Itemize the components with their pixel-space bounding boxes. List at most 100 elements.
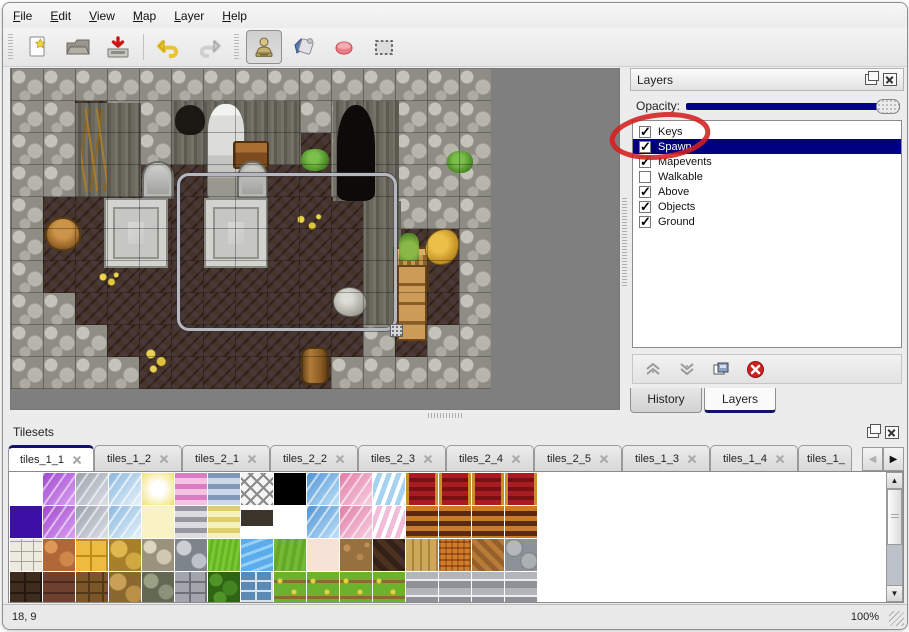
tileset-tile-cobble-green[interactable]	[142, 572, 174, 603]
duplicate-layer-button[interactable]	[709, 357, 733, 381]
close-panel-icon[interactable]	[883, 73, 897, 86]
tileset-tile-stripes-pink[interactable]	[175, 473, 207, 505]
tileset-tile-white[interactable]	[274, 506, 306, 538]
close-tab-icon[interactable]	[687, 454, 697, 464]
scroll-down-button[interactable]: ▼	[887, 585, 902, 601]
layer-row-objects[interactable]: ✓Objects	[633, 199, 901, 214]
layer-visibility-checkbox[interactable]: ✓	[639, 126, 651, 138]
layer-visibility-checkbox[interactable]: ✓	[639, 141, 651, 153]
close-panel-icon[interactable]	[885, 426, 899, 439]
menu-file[interactable]: File	[13, 6, 42, 26]
open-map-button[interactable]	[60, 30, 96, 64]
tileset-scrollbar[interactable]: ▲ ▼	[886, 472, 903, 602]
tileset-tile-redwall[interactable]	[472, 473, 504, 505]
tileset-tab-tiles_1_1[interactable]: tiles_1_1	[8, 445, 94, 471]
tileset-tile-cobble-beige[interactable]	[142, 539, 174, 571]
tileset-tile-crystal-blue2[interactable]	[307, 473, 339, 505]
close-tab-icon[interactable]	[599, 454, 609, 464]
toolbar-drag-handle[interactable]	[8, 34, 13, 60]
tileset-tile-planks-tan[interactable]	[406, 539, 438, 571]
move-layer-down-button[interactable]	[675, 357, 699, 381]
layer-row-ground[interactable]: ✓Ground	[633, 214, 901, 229]
tileset-tile-orange-stripes[interactable]	[406, 506, 438, 538]
eraser-tool-button[interactable]	[326, 30, 362, 64]
window-resize-grip[interactable]	[889, 611, 904, 626]
tileset-tab-tiles_1_3[interactable]: tiles_1_3	[622, 445, 710, 471]
tileset-tile-cobble-orange[interactable]	[43, 539, 75, 571]
menu-help[interactable]: Help	[222, 6, 257, 26]
tileset-tile-grass-flowers[interactable]	[307, 572, 339, 603]
tileset-tile-lattice[interactable]	[241, 473, 273, 505]
tileset-tile-stone-circles[interactable]	[505, 539, 537, 571]
save-map-button[interactable]	[100, 30, 136, 64]
fill-tool-button[interactable]	[286, 30, 322, 64]
vertical-splitter[interactable]	[622, 198, 627, 288]
tileset-tile-dirt[interactable]	[340, 539, 372, 571]
undo-button[interactable]	[151, 30, 187, 64]
move-layer-up-button[interactable]	[641, 357, 665, 381]
tileset-tab-tiles_2_1[interactable]: tiles_2_1	[182, 445, 270, 471]
select-tool-button[interactable]	[366, 30, 402, 64]
tileset-tile-redwall[interactable]	[406, 473, 438, 505]
tileset-tile-grass-flowers[interactable]	[340, 572, 372, 603]
tileset-tile-redwall[interactable]	[505, 473, 537, 505]
opacity-slider-handle[interactable]	[876, 99, 900, 114]
tileset-tile-grass-flowers[interactable]	[274, 572, 306, 603]
tileset-tile-stripes-yellow[interactable]	[208, 506, 240, 538]
tab-layers[interactable]: Layers	[704, 388, 776, 413]
tileset-tile-hedge[interactable]	[208, 572, 240, 603]
map-selection-rect[interactable]	[177, 173, 397, 331]
tileset-tab-tiles_1_2[interactable]: tiles_1_2	[94, 445, 182, 471]
tileset-tile-crystal-blue[interactable]	[109, 473, 141, 505]
close-tab-icon[interactable]	[247, 454, 257, 464]
close-tab-icon[interactable]	[159, 454, 169, 464]
new-map-button[interactable]	[20, 30, 56, 64]
delete-layer-button[interactable]	[743, 357, 767, 381]
tileset-tile-pale-yellow[interactable]	[142, 506, 174, 538]
tileset-tile-orange-stripes[interactable]	[439, 506, 471, 538]
tileset-tile-crystal-purple[interactable]	[43, 506, 75, 538]
layer-row-spawn[interactable]: ✓Spawn	[633, 139, 901, 154]
layer-row-mapevents[interactable]: ✓Mapevents	[633, 154, 901, 169]
tileset-tile-stripes-blue[interactable]	[208, 473, 240, 505]
tileset-tile-zigzag-blue[interactable]	[373, 473, 405, 505]
toolbar-drag-handle[interactable]	[234, 34, 239, 60]
tileset-tile-indigo[interactable]	[10, 506, 42, 538]
tileset-tile-crystal-gray[interactable]	[76, 506, 108, 538]
tileset-tile-stone-wall[interactable]	[439, 572, 471, 603]
tileset-tile-grass-flowers[interactable]	[373, 572, 405, 603]
layer-visibility-checkbox[interactable]: ✓	[639, 216, 651, 228]
tileset-tile-sign[interactable]	[241, 506, 273, 538]
selection-resize-handle[interactable]	[390, 324, 403, 337]
tileset-tile-crystal-blue[interactable]	[109, 506, 141, 538]
close-tab-icon[interactable]	[511, 454, 521, 464]
tileset-tab-tiles_2_5[interactable]: tiles_2_5	[534, 445, 622, 471]
tab-history[interactable]: History	[630, 388, 702, 413]
scroll-tabs-right-button[interactable]: ▶	[883, 447, 904, 471]
layer-row-keys[interactable]: ✓Keys	[633, 124, 901, 139]
tileset-tile-stone-wall[interactable]	[406, 572, 438, 603]
tileset-tile-glow-yellow[interactable]	[142, 473, 174, 505]
close-tab-icon[interactable]	[423, 454, 433, 464]
tileset-tile-stone-wall[interactable]	[472, 572, 504, 603]
scroll-tabs-left-button[interactable]: ◀	[862, 447, 883, 471]
tileset-tile-crystal-gray[interactable]	[76, 473, 108, 505]
close-tab-icon[interactable]	[775, 454, 785, 464]
tileset-tile-roof-brown[interactable]	[373, 539, 405, 571]
menu-edit[interactable]: Edit	[50, 6, 81, 26]
float-panel-icon[interactable]	[867, 427, 879, 438]
tileset-tile-grass[interactable]	[274, 539, 306, 571]
tileset-tile-redwall[interactable]	[439, 473, 471, 505]
horizontal-splitter[interactable]	[428, 413, 462, 418]
layer-visibility-checkbox[interactable]: ✓	[639, 186, 651, 198]
tileset-tile-crystal-pink[interactable]	[340, 473, 372, 505]
map-canvas[interactable]	[11, 69, 491, 389]
tileset-tile-water[interactable]	[241, 539, 273, 571]
tileset-tile-zigzag-pink[interactable]	[373, 506, 405, 538]
tileset-tile-brick-gray[interactable]	[175, 572, 207, 603]
tileset-tile-crystal-pink[interactable]	[340, 506, 372, 538]
scroll-up-button[interactable]: ▲	[887, 473, 902, 489]
tileset-tile-white[interactable]	[10, 473, 42, 505]
tileset-tab-tiles_1_4[interactable]: tiles_1_4	[710, 445, 798, 471]
tileset-tile-stone-wall[interactable]	[505, 572, 537, 603]
